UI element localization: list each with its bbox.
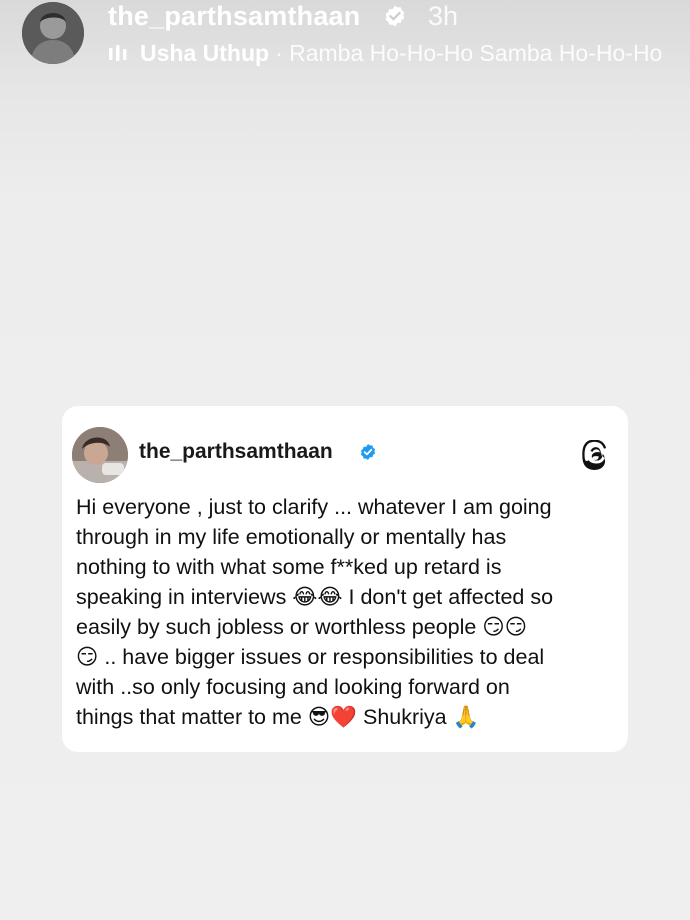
story-username[interactable]: the_parthsamthaan xyxy=(108,0,360,32)
card-username: the_parthsamthaan xyxy=(139,440,333,463)
threads-logo-icon[interactable] xyxy=(582,440,610,470)
audio-bars-icon xyxy=(109,45,127,61)
story-header: the_parthsamthaan 3h Usha Uthup · Ramba … xyxy=(0,0,690,80)
story-timestamp: 3h xyxy=(428,1,459,31)
verified-badge-icon xyxy=(360,444,376,460)
threads-post-card[interactable]: the_parthsamthaan Hi everyone , just to … xyxy=(62,406,628,752)
story-avatar[interactable] xyxy=(22,2,84,64)
post-body-text: Hi everyone , just to clarify ... whatev… xyxy=(76,495,554,729)
music-song-title: · Ramba Ho-Ho-Ho Samba Ho-Ho-Ho xyxy=(275,39,663,66)
verified-badge-icon xyxy=(385,5,405,27)
card-avatar xyxy=(72,427,128,483)
music-artist: Usha Uthup xyxy=(140,39,270,66)
music-attribution[interactable]: Usha Uthup · Ramba Ho-Ho-Ho Samba Ho-Ho-… xyxy=(108,38,662,68)
